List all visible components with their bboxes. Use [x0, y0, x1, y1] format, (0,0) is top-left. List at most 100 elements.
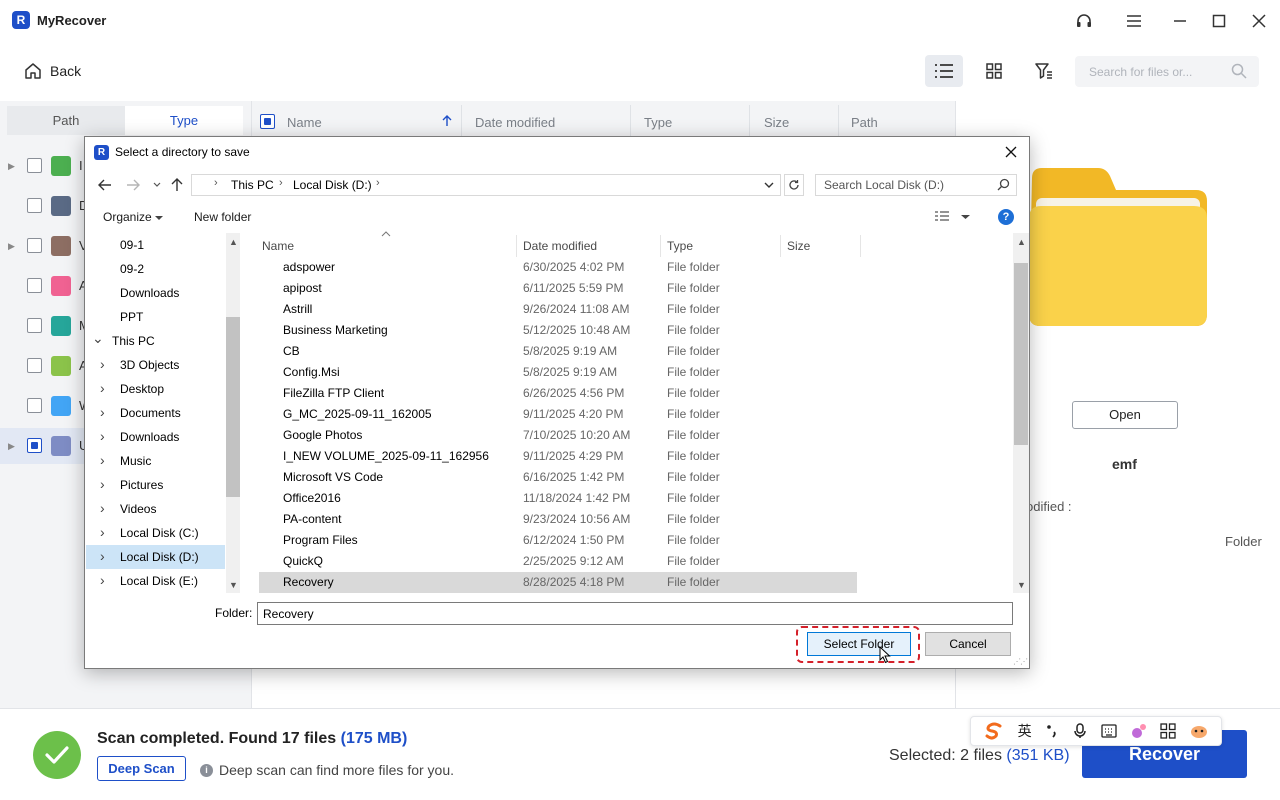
tree-item[interactable]: › Local Disk (E:) — [86, 569, 225, 593]
chevron-right-icon[interactable]: › — [100, 500, 105, 516]
chevron-right-icon[interactable]: › — [100, 476, 105, 492]
file-row[interactable]: Business Marketing 5/12/2025 10:48 AM File… — [259, 320, 857, 341]
tree-item[interactable]: › Videos — [86, 497, 225, 521]
file-row[interactable]: I_NEW VOLUME_2025-09-11_162956 9/11/2025 … — [259, 446, 857, 467]
cancel-button[interactable]: Cancel — [925, 632, 1011, 656]
deep-scan-button[interactable]: Deep Scan — [97, 756, 186, 781]
select-all-checkbox[interactable] — [260, 114, 275, 129]
new-folder-button[interactable]: New folder — [194, 210, 251, 224]
file-row[interactable]: Config.Msi 5/8/2025 9:19 AM File folder — [259, 362, 857, 383]
expand-arrow-icon[interactable]: ▶ — [8, 161, 15, 172]
column-date-modified[interactable]: Date modified — [475, 115, 555, 130]
menu-icon[interactable] — [1123, 10, 1145, 32]
nav-recent-chevron-icon[interactable] — [147, 175, 167, 195]
category-checkbox[interactable] — [27, 318, 42, 333]
resize-grip-icon[interactable]: ⋰⋰ — [1013, 657, 1028, 666]
dialog-column-name[interactable]: Name — [262, 239, 294, 253]
tree-item[interactable]: ⌄ This PC — [86, 329, 225, 353]
dialog-column-size[interactable]: Size — [787, 239, 810, 253]
expand-arrow-icon[interactable]: ▶ — [8, 241, 15, 252]
tree-item[interactable]: › Local Disk (D:) — [86, 545, 225, 569]
file-row[interactable]: FileZilla FTP Client 6/26/2025 4:56 PM Fil… — [259, 383, 857, 404]
column-name[interactable]: Name — [287, 115, 322, 130]
tree-item[interactable]: › Pictures — [86, 473, 225, 497]
file-row[interactable]: PA-content 9/23/2024 10:56 AM File folder — [259, 509, 857, 530]
tree-item[interactable]: Downloads — [86, 281, 225, 305]
open-button[interactable]: Open — [1072, 401, 1178, 429]
breadcrumb-local-disk-d[interactable]: Local Disk (D:) — [293, 178, 372, 192]
chevron-right-icon[interactable]: › — [100, 452, 105, 468]
app-search-input[interactable]: Search for files or... — [1075, 56, 1259, 87]
file-row[interactable]: adspower 6/30/2025 4:02 PM File folder — [259, 257, 857, 278]
file-row[interactable]: Recovery 8/28/2025 4:18 PM File folder — [259, 572, 857, 593]
file-row[interactable]: Program Files 6/12/2024 1:50 PM File folde… — [259, 530, 857, 551]
file-row[interactable]: Microsoft VS Code 6/16/2025 1:42 PM File f… — [259, 467, 857, 488]
file-row[interactable]: apipost 6/11/2025 5:59 PM File folder — [259, 278, 857, 299]
nav-back-arrow-icon[interactable] — [95, 175, 115, 195]
tree-scroll-down-icon[interactable]: ▼ — [229, 580, 238, 590]
folder-input[interactable] — [257, 602, 1013, 625]
tree-item[interactable]: › Documents — [86, 401, 225, 425]
file-row[interactable]: Astrill 9/26/2024 11:08 AM File folder — [259, 299, 857, 320]
back-button[interactable]: Back — [24, 58, 81, 84]
address-bar[interactable]: › This PC › Local Disk (D:) › — [191, 174, 781, 196]
tree-item[interactable]: 09-2 — [86, 257, 225, 281]
ime-logo-icon[interactable] — [984, 722, 1004, 740]
category-checkbox[interactable] — [27, 398, 42, 413]
select-folder-button[interactable]: Select Folder — [807, 632, 911, 656]
nav-forward-arrow-icon[interactable] — [123, 175, 143, 195]
refresh-button[interactable] — [784, 174, 804, 196]
maximize-icon[interactable] — [1208, 10, 1230, 32]
ime-apps-icon[interactable] — [1160, 723, 1177, 739]
help-icon[interactable]: ? — [998, 209, 1014, 225]
column-size[interactable]: Size — [764, 115, 789, 130]
dialog-column-type[interactable]: Type — [667, 239, 693, 253]
dialog-column-date[interactable]: Date modified — [523, 239, 597, 253]
list-scroll-down-icon[interactable]: ▼ — [1017, 580, 1026, 590]
tree-scroll-up-icon[interactable]: ▲ — [229, 237, 238, 247]
dialog-search-input[interactable]: Search Local Disk (D:) — [815, 174, 1017, 196]
category-checkbox[interactable] — [27, 238, 42, 253]
chevron-right-icon[interactable]: › — [100, 428, 105, 444]
support-headset-icon[interactable] — [1073, 10, 1095, 32]
file-row[interactable]: CB 5/8/2025 9:19 AM File folder — [259, 341, 857, 362]
chevron-down-icon[interactable]: ⌄ — [92, 330, 104, 347]
tree-item[interactable]: › Desktop — [86, 377, 225, 401]
list-scroll-up-icon[interactable]: ▲ — [1017, 237, 1026, 247]
tree-item[interactable]: › Music — [86, 449, 225, 473]
chevron-right-icon[interactable]: › — [100, 524, 105, 540]
tree-scrollbar-thumb[interactable] — [226, 317, 240, 497]
minimize-icon[interactable] — [1169, 10, 1191, 32]
tree-item[interactable]: PPT — [86, 305, 225, 329]
breadcrumb-this-pc[interactable]: This PC — [231, 178, 274, 192]
chevron-right-icon[interactable]: › — [100, 380, 105, 396]
ime-mascot-icon[interactable] — [1190, 723, 1208, 739]
tree-item[interactable]: › Downloads — [86, 425, 225, 449]
file-row[interactable]: Google Photos 7/10/2025 10:20 AM File fold… — [259, 425, 857, 446]
tab-path[interactable]: Path — [7, 106, 125, 135]
file-row[interactable]: Office2016 11/18/2024 1:42 PM File folder — [259, 488, 857, 509]
category-checkbox[interactable] — [27, 278, 42, 293]
tree-item[interactable]: › Local Disk (C:) — [86, 521, 225, 545]
list-scrollbar-thumb[interactable] — [1014, 263, 1028, 445]
category-checkbox[interactable] — [27, 198, 42, 213]
expand-arrow-icon[interactable]: ▶ — [8, 441, 15, 452]
chevron-right-icon[interactable]: › — [100, 356, 105, 372]
tree-item[interactable]: › 3D Objects — [86, 353, 225, 377]
file-row[interactable]: G_MC_2025-09-11_162005 9/11/2025 4:20 PM F… — [259, 404, 857, 425]
grid-view-button[interactable] — [975, 55, 1013, 87]
tree-item[interactable]: 09-1 — [86, 233, 225, 257]
dialog-close-icon[interactable] — [1001, 142, 1021, 162]
filter-button[interactable] — [1025, 55, 1063, 87]
nav-up-arrow-icon[interactable] — [167, 175, 187, 195]
list-view-button[interactable] — [925, 55, 963, 87]
view-options-button[interactable] — [934, 210, 950, 225]
category-checkbox[interactable] — [27, 438, 42, 453]
ime-language-toggle[interactable]: 英 — [1018, 721, 1032, 741]
close-icon[interactable] — [1248, 10, 1270, 32]
ime-punctuation-icon[interactable] — [1045, 724, 1059, 738]
chevron-right-icon[interactable]: › — [100, 572, 105, 588]
chevron-right-icon[interactable]: › — [100, 548, 105, 564]
category-checkbox[interactable] — [27, 158, 42, 173]
category-checkbox[interactable] — [27, 358, 42, 373]
